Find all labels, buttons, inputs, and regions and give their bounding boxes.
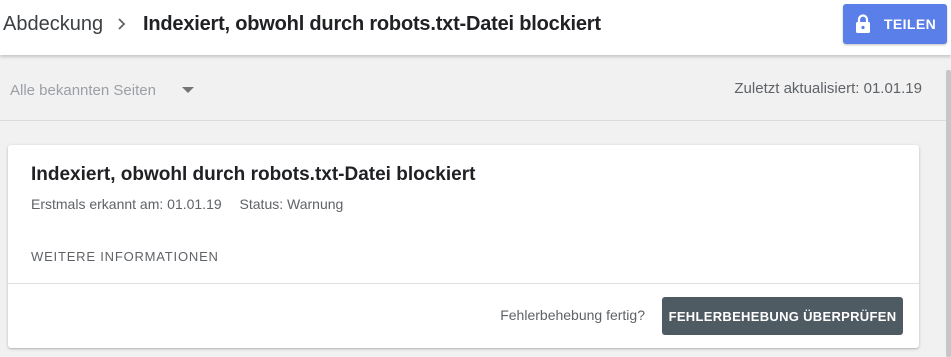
pages-filter-dropdown[interactable]: Alle bekannten Seiten <box>10 80 194 100</box>
top-header: Abdeckung Indexiert, obwohl durch robots… <box>0 0 951 55</box>
page-scrollbar[interactable] <box>946 70 951 357</box>
more-info-link[interactable]: WEITERE INFORMATIONEN <box>31 249 219 264</box>
first-detected-text: Erstmals erkannt am: 01.01.19 <box>31 196 222 212</box>
pages-filter-value: Alle bekannten Seiten <box>10 81 156 99</box>
breadcrumb-parent-link[interactable]: Abdeckung <box>3 12 103 36</box>
fix-question-text: Fehlerbehebung fertig? <box>500 307 645 323</box>
issue-card: Indexiert, obwohl durch robots.txt-Datei… <box>8 145 919 348</box>
issue-meta: Erstmals erkannt am: 01.01.19 Status: Wa… <box>31 196 343 212</box>
status-text: Status: Warnung <box>239 196 344 212</box>
chevron-right-icon <box>118 18 126 30</box>
validate-fix-button-label: FEHLERBEHEBUNG ÜBERPRÜFEN <box>668 308 897 324</box>
lock-icon <box>855 14 870 33</box>
caret-down-icon <box>181 87 194 93</box>
filter-bar: Alle bekannten Seiten Zuletzt aktualisie… <box>0 56 946 121</box>
validate-fix-button[interactable]: FEHLERBEHEBUNG ÜBERPRÜFEN <box>662 297 903 335</box>
card-divider <box>8 283 919 284</box>
page-title: Indexiert, obwohl durch robots.txt-Datei… <box>143 13 601 35</box>
issue-title: Indexiert, obwohl durch robots.txt-Datei… <box>31 164 476 185</box>
share-button[interactable]: TEILEN <box>843 4 947 44</box>
last-updated-text: Zuletzt aktualisiert: 01.01.19 <box>734 80 922 97</box>
share-button-label: TEILEN <box>883 16 937 32</box>
